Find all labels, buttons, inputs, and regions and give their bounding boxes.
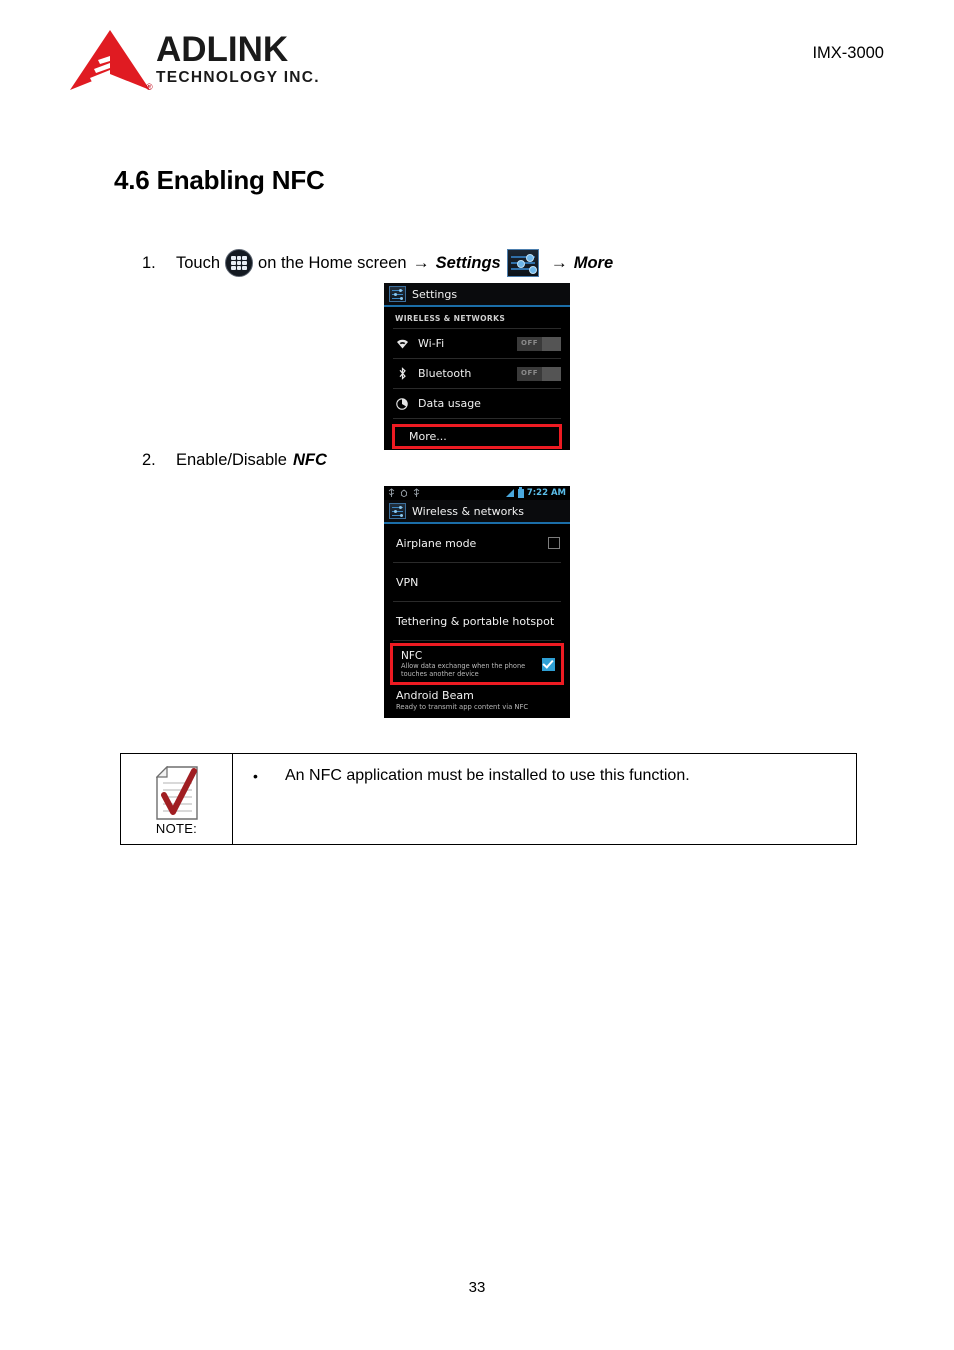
debug-icon [400,489,408,497]
bullet-icon: • [253,768,258,784]
bluetooth-toggle-label: OFF [521,368,539,377]
note-document-check-icon [155,765,198,820]
nfc-text-block: NFC Allow data exchange when the phone t… [401,650,542,678]
adlink-logo: ADLINK TECHNOLOGY INC. ® [68,30,368,100]
settings-sliders-icon [506,249,539,277]
step-1-text-before: Touch [176,253,221,272]
app-drawer-icon [225,249,254,277]
wireless-row-tethering[interactable]: Tethering & portable hotspot [384,602,570,640]
toggle-thumb [542,366,561,381]
page-header: ADLINK TECHNOLOGY INC. ® IMX-3000 [0,0,954,110]
settings-group-label: WIRELESS & NETWORKS [395,314,506,323]
settings-row-data-usage[interactable]: Data usage [384,389,570,418]
wireless-title-bar: Wireless & networks [384,500,570,524]
wireless-row-airplane-mode[interactable]: Airplane mode [384,524,570,562]
status-bar-time: 7:22 AM [526,488,566,498]
settings-row-wifi[interactable]: Wi-Fi OFF [384,329,570,358]
bluetooth-toggle[interactable]: OFF [517,366,561,381]
step-1-text-middle: on the Home screen [258,253,407,272]
step-1-more-label: More [573,253,614,272]
adlink-logo-mark [70,30,150,90]
settings-title-bar: Settings [384,283,570,307]
wireless-row-nfc-highlighted[interactable]: NFC Allow data exchange when the phone t… [390,643,564,685]
note-body-cell: • An NFC application must be installed t… [233,754,856,844]
note-label: NOTE: [155,820,198,836]
wireless-row-label: VPN [396,575,419,589]
wireless-row-vpn[interactable]: VPN [384,563,570,601]
wireless-body: Airplane mode VPN Tethering & portable h… [384,524,570,712]
status-bar: 7:22 AM [384,486,570,500]
page-title: 4.6 Enabling NFC [114,165,325,195]
note-bullet-item: • An NFC application must be installed t… [253,766,856,786]
registered-trademark-icon: ® [146,82,153,92]
wifi-toggle[interactable]: OFF [517,336,561,351]
settings-row-label: Wi-Fi [418,337,445,350]
wireless-row-label: Tethering & portable hotspot [396,614,555,628]
wireless-title-label: Wireless & networks [412,504,524,518]
adlink-logo-text: ADLINK TECHNOLOGY INC. [156,30,320,87]
step-2-nfc-label: NFC [293,451,327,469]
settings-row-more-highlighted[interactable]: More... [392,424,562,449]
settings-body: WIRELESS & NETWORKS Wi-Fi OFF Bluetooth … [384,307,570,449]
nfc-checkbox[interactable] [542,657,555,671]
step-1-arrow-2: → [550,253,568,272]
step-1-number: 1. [142,253,156,272]
note-text: An NFC application must be installed to … [285,767,690,784]
wifi-icon [395,339,409,349]
wireless-row-label: Airplane mode [396,536,477,550]
nfc-subtitle-label: Allow data exchange when the phone touch… [401,662,526,678]
airplane-mode-checkbox[interactable] [548,537,560,549]
divider [393,418,561,419]
step-2-number: 2. [142,451,156,469]
settings-row-bluetooth[interactable]: Bluetooth OFF [384,359,570,388]
battery-icon [517,486,524,498]
step-1-arrow-1: → [412,253,430,272]
usb-icon [388,488,395,497]
status-bar-left-icons [388,488,420,498]
data-usage-icon [395,397,409,410]
header-model-label: IMX-3000 [812,44,884,62]
settings-row-label: Data usage [418,397,481,410]
settings-more-label: More... [409,430,447,443]
nfc-title-label: NFC [401,650,423,662]
settings-sliders-icon [389,503,406,519]
logo-primary-text: ADLINK [156,30,289,69]
wireless-networks-screenshot: 7:22 AM Wireless & networks Airplane mod… [384,486,570,718]
divider [393,640,561,641]
note-box: NOTE: • An NFC application must be insta… [120,753,857,845]
wifi-toggle-label: OFF [521,338,539,347]
toggle-thumb [542,336,561,351]
android-beam-title-label: Android Beam [396,689,474,702]
step-1-settings-label: Settings [435,253,501,272]
status-bar-right-icons: 7:22 AM [505,486,566,498]
settings-title-label: Settings [412,287,458,301]
signal-icon [505,489,515,497]
wireless-row-android-beam[interactable]: Android Beam Ready to transmit app conte… [384,685,570,712]
note-icon-cell: NOTE: [121,754,233,844]
logo-secondary-text: TECHNOLOGY INC. [156,69,320,86]
settings-screenshot: Settings WIRELESS & NETWORKS Wi-Fi OFF B… [384,283,570,450]
usb-icon [413,488,420,497]
step-2: 2. Enable/Disable NFC [142,451,327,470]
settings-row-label: Bluetooth [418,367,472,380]
page-number: 33 [468,1279,486,1296]
android-beam-subtitle-label: Ready to transmit app content via NFC [396,703,529,711]
step-1: 1. Touch on the Home screen → Settings →… [142,249,613,277]
step-2-text-before: Enable/Disable [176,451,287,469]
settings-sliders-icon [389,286,406,302]
bluetooth-icon [395,367,409,380]
